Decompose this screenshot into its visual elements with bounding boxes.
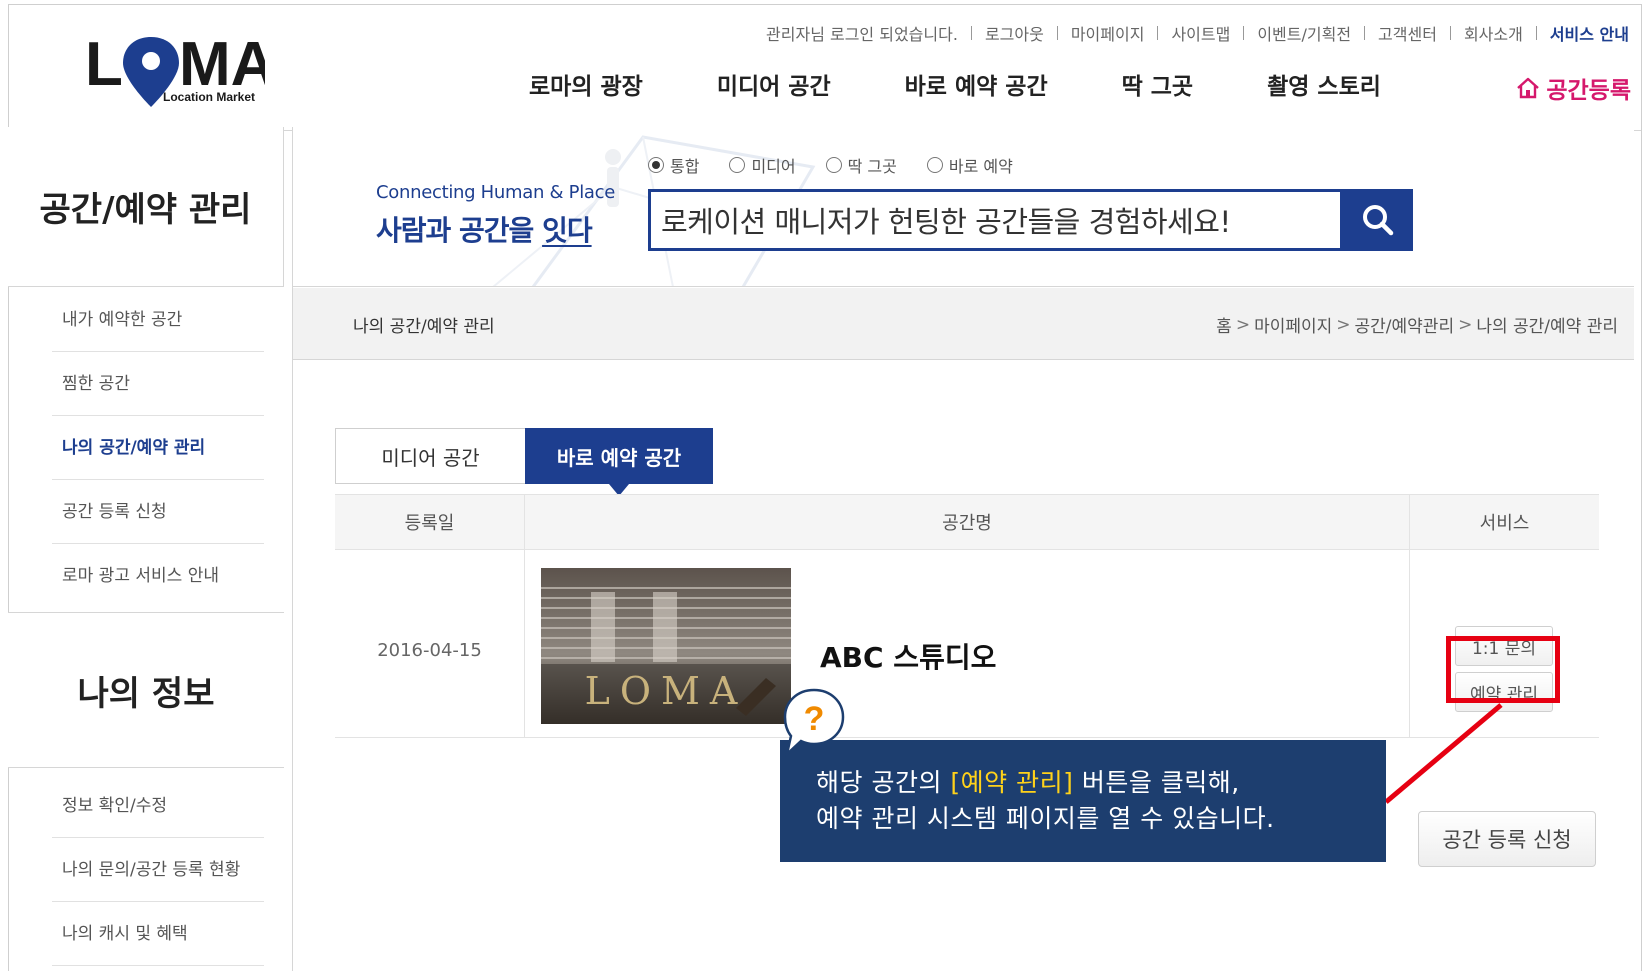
column-header-service: 서비스 (1479, 513, 1530, 534)
breadcrumb-separator-icon: > (1235, 314, 1251, 335)
logo-subtitle: Location Market (163, 90, 255, 104)
table-header: 등록일 공간명 서비스 (335, 494, 1599, 550)
mypage-link[interactable]: 마이페이지 (1071, 21, 1145, 45)
radio-checked-icon (648, 157, 664, 173)
search-input[interactable]: 로케이션 매니저가 헌팅한 공간들을 경험하세요! (648, 189, 1343, 251)
radio-unchecked-icon (926, 157, 943, 173)
radio-media[interactable]: 미디어 (729, 153, 796, 177)
radio-that-place[interactable]: 딱 그곳 (825, 153, 897, 177)
company-link[interactable]: 회사소개 (1464, 21, 1523, 45)
space-thumbnail[interactable]: LOMA (541, 568, 791, 724)
divider (1364, 26, 1366, 40)
slogan-korean-underlined: 잇다 (542, 214, 593, 247)
breadcrumb-separator-icon: > (1336, 314, 1351, 335)
search-button[interactable] (1343, 189, 1413, 251)
column-header-date: 등록일 (335, 495, 525, 549)
slogan-english: Connecting Human & Place (376, 182, 616, 203)
breadcrumb: 홈 > 마이페이지 > 공간/예약관리 > 나의 공간/예약 관리 (1216, 312, 1618, 338)
customer-center-link[interactable]: 고객센터 (1378, 21, 1437, 45)
sidebar-title: 공간/예약 관리 (8, 127, 284, 287)
home-icon (1517, 77, 1540, 99)
question-icon: ? (783, 688, 845, 758)
column-header-space-name: 공간명 (525, 495, 1410, 549)
radio-label: 통합 (670, 157, 700, 176)
sidebar-title-my-info: 나의 정보 (8, 612, 284, 768)
nav-item-plaza[interactable]: 로마의 광장 (529, 67, 643, 101)
sidebar-item-cash-benefits[interactable]: 나의 캐시 및 혜택 (52, 902, 264, 966)
nav-item-that-place[interactable]: 딱 그곳 (1122, 67, 1194, 101)
divider (1449, 26, 1451, 40)
svg-text:MA: MA (179, 30, 265, 99)
sidebar-item-inquiry-status[interactable]: 나의 문의/공간 등록 현황 (52, 838, 264, 902)
search-icon (1363, 205, 1394, 236)
nav-item-instant-booking[interactable]: 바로 예약 공간 (905, 67, 1048, 101)
slogan-korean-prefix: 사람과 공간을 (376, 214, 543, 247)
sidebar-menu-my-info: 정보 확인/수정 나의 문의/공간 등록 현황 나의 캐시 및 혜택 (52, 774, 264, 966)
divider (1535, 26, 1537, 40)
callout-text: 해당 공간의 (816, 768, 951, 797)
sidebar-menu: 내가 예약한 공간 찜한 공간 나의 공간/예약 관리 공간 등록 신청 로마 … (52, 288, 264, 608)
location-bar: 나의 공간/예약 관리 홈 > 마이페이지 > 공간/예약관리 > 나의 공간/… (293, 288, 1634, 360)
tooltip-callout: 해당 공간의 [예약 관리] 버튼을 클릭해, 예약 관리 시스템 페이지를 열… (780, 740, 1386, 862)
callout-text: 버튼을 클릭해, (1073, 768, 1240, 797)
radio-label: 딱 그곳 (847, 157, 897, 176)
main-nav: 로마의 광장 미디어 공간 바로 예약 공간 딱 그곳 촬영 스토리 (529, 67, 1381, 101)
tab-instant-booking-space[interactable]: 바로 예약 공간 (525, 428, 713, 496)
divider (1056, 26, 1058, 40)
divider (1243, 26, 1245, 40)
svg-text:?: ? (804, 700, 825, 738)
search-banner: Connecting Human & Place 사람과 공간을 잇다 통합 미… (293, 127, 1634, 287)
divider (970, 26, 972, 40)
space-name[interactable]: ABC 스튜디오 (820, 636, 996, 676)
radio-instant-booking[interactable]: 바로 예약 (926, 153, 1013, 177)
slogan-korean: 사람과 공간을 잇다 (376, 209, 593, 249)
search-scope-options: 통합 미디어 딱 그곳 바로 예약 (648, 153, 1043, 177)
breadcrumb-separator-icon: > (1458, 314, 1473, 335)
radio-unchecked-icon (825, 157, 842, 173)
sidebar-item-space-registration[interactable]: 공간 등록 신청 (52, 480, 264, 544)
space-name-cell: LOMA ABC 스튜디오 (525, 550, 1410, 737)
site-header: L MA Location Market 관리자님 로그인 되었습니다. 로그아… (9, 5, 1641, 131)
breadcrumb-home[interactable]: 홈 (1216, 312, 1232, 337)
nav-item-media[interactable]: 미디어 공간 (717, 67, 831, 101)
tab-media-space[interactable]: 미디어 공간 (335, 428, 525, 484)
sidebar-item-edit-info[interactable]: 정보 확인/수정 (52, 774, 264, 838)
utility-nav: 관리자님 로그인 되었습니다. 로그아웃 마이페이지 사이트맵 이벤트/기획전 … (766, 21, 1629, 45)
table-row: 2016-04-15 LOMA ABC 스튜디오 1:1 문의 예약 관리 (335, 550, 1599, 738)
divider (1157, 26, 1159, 40)
breadcrumb-current: 나의 공간/예약 관리 (1476, 317, 1618, 337)
radio-unchecked-icon (729, 157, 746, 173)
callout-highlight: [예약 관리] (950, 768, 1074, 797)
registration-date: 2016-04-15 (335, 550, 525, 737)
breadcrumb-mypage[interactable]: 마이페이지 (1254, 312, 1332, 337)
event-link[interactable]: 이벤트/기획전 (1257, 21, 1351, 45)
sitemap-link[interactable]: 사이트맵 (1171, 21, 1230, 45)
space-table: 등록일 공간명 서비스 2016-04-15 LOMA ABC 스튜디오 1:1… (335, 494, 1599, 738)
sidebar-item-my-reservations[interactable]: 내가 예약한 공간 (52, 288, 264, 352)
sidebar-item-favorites[interactable]: 찜한 공간 (52, 352, 264, 416)
nav-item-shooting-story[interactable]: 촬영 스토리 (1267, 67, 1381, 101)
callout-line-1: 해당 공간의 [예약 관리] 버튼을 클릭해, (816, 765, 1350, 801)
radio-all[interactable]: 통합 (648, 153, 699, 177)
radio-label: 바로 예약 (948, 157, 1013, 176)
loma-logo[interactable]: L MA Location Market (85, 27, 275, 107)
breadcrumb-space-management[interactable]: 공간/예약관리 (1355, 312, 1455, 337)
register-space-label: 공간등록 (1546, 78, 1631, 104)
logout-link[interactable]: 로그아웃 (985, 21, 1044, 45)
sidebar-item-ad-service[interactable]: 로마 광고 서비스 안내 (52, 544, 264, 608)
login-status-text: 관리자님 로그인 되었습니다. (766, 25, 958, 44)
radio-label: 미디어 (751, 157, 796, 176)
page-title: 나의 공간/예약 관리 (353, 317, 495, 337)
highlight-box (1446, 636, 1560, 703)
space-type-tabs: 미디어 공간 바로 예약 공간 (335, 428, 713, 496)
thumbnail-loma-text: LOMA (585, 669, 748, 713)
apply-space-registration-button[interactable]: 공간 등록 신청 (1418, 811, 1596, 867)
svg-text:L: L (85, 30, 123, 99)
sidebar-item-my-space-management[interactable]: 나의 공간/예약 관리 (52, 416, 264, 480)
register-space-link[interactable]: 공간등록 (1516, 71, 1631, 105)
callout-line-2: 예약 관리 시스템 페이지를 열 수 있습니다. (816, 804, 1275, 833)
service-guide-link[interactable]: 서비스 안내 (1550, 21, 1629, 45)
